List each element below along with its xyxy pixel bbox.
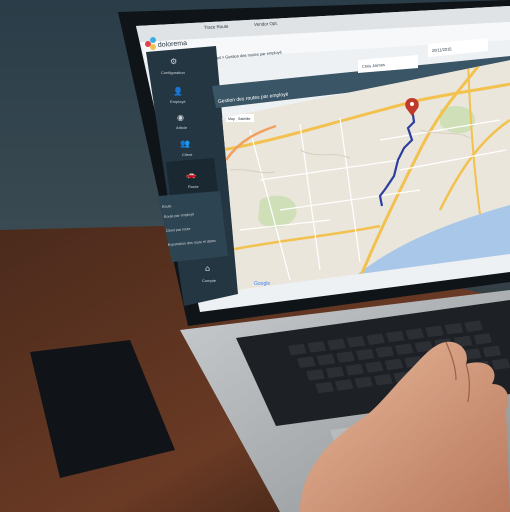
photo-scene (0, 0, 510, 512)
sidebar-item-route-bg[interactable] (166, 158, 218, 196)
